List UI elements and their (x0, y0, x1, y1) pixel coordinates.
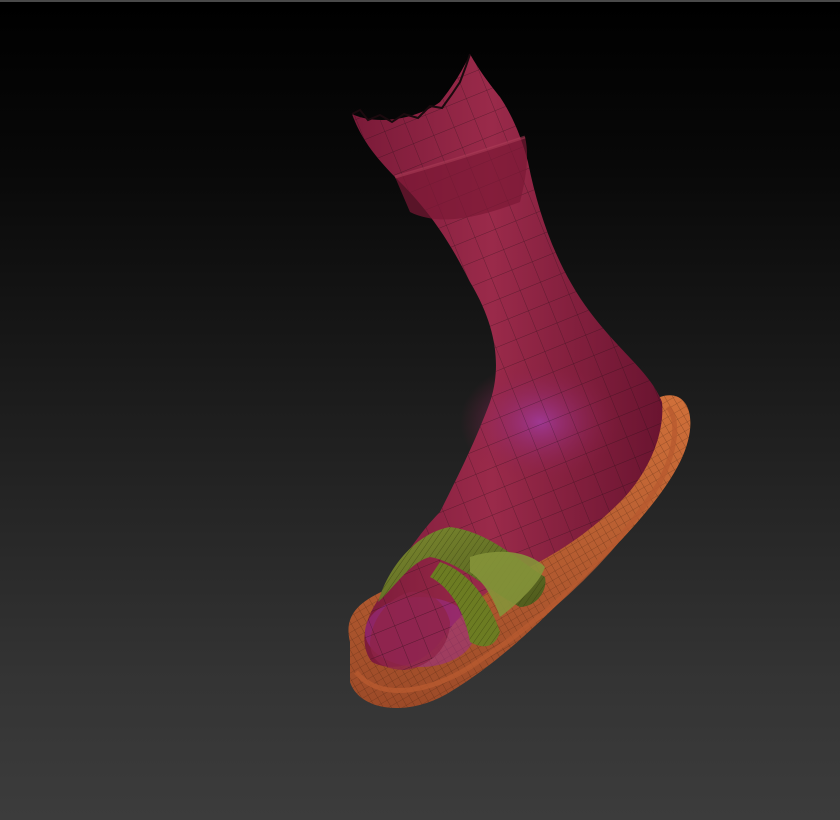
sculpt-viewport[interactable] (0, 0, 840, 820)
foot-model-canvas[interactable] (0, 2, 840, 820)
